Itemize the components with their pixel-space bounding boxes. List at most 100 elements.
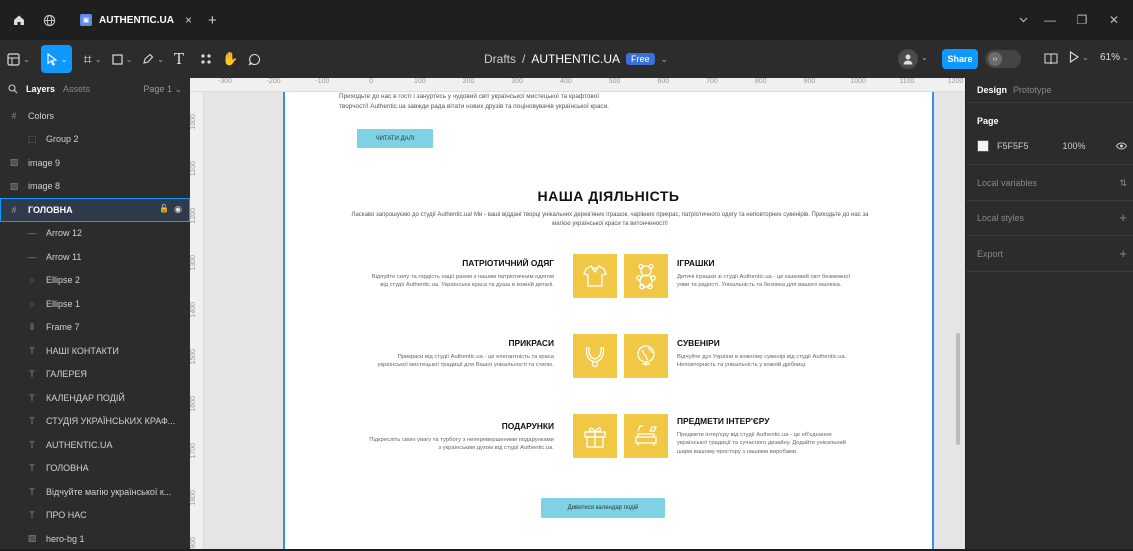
layer-item[interactable]: # ГОЛОВНА 🔓 ◉ (0, 198, 190, 222)
read-more-button[interactable]: ЧИТАТИ ДАЛІ (357, 129, 433, 148)
activity-description: Предмети інтер'єру від студії Authentic.… (677, 432, 847, 455)
layer-item[interactable]: T СТУДІЯ УКРАЇНСЬКИХ КРАФ... (0, 410, 190, 434)
divider (966, 102, 1133, 103)
add-export-icon[interactable]: + (1119, 247, 1127, 260)
rectangle-icon (111, 53, 123, 65)
eye-icon[interactable] (1116, 142, 1127, 150)
code-brackets-icon: ‹› (988, 52, 1002, 66)
layer-item[interactable]: — Arrow 11 (0, 245, 190, 269)
globe-icon[interactable] (38, 9, 60, 31)
hash-frame-icon: ⌗ (83, 50, 92, 68)
activity-title: СУВЕНІРИ (677, 338, 720, 348)
file-tab[interactable]: ▣ AUTHENTIC.UA × (70, 7, 202, 33)
main-menu-button[interactable]: ⌄ (2, 45, 35, 73)
layer-item[interactable]: ⬚ Group 2 (0, 128, 190, 152)
layer-label: СТУДІЯ УКРАЇНСЬКИХ КРАФ... (46, 416, 176, 427)
zoom-menu[interactable]: 61% ⌄ (1100, 52, 1129, 63)
tab-design[interactable]: Design (977, 85, 1007, 95)
layer-item[interactable]: T НАШІ КОНТАКТИ (0, 339, 190, 363)
layer-item[interactable]: ○ Ellipse 2 (0, 269, 190, 293)
text-tool-button[interactable]: T (169, 45, 189, 73)
pen-tool-button[interactable]: ⌄ (137, 45, 169, 73)
page-color-value[interactable]: F5F5F5 (997, 141, 1029, 151)
comment-tool-button[interactable] (243, 45, 266, 73)
necklace-icon (573, 334, 617, 378)
ruler-tick-label: 800 (754, 78, 767, 85)
tab-layers[interactable]: Layers (26, 84, 55, 94)
activity-description: Підкресліть свою увагу та турботу з непе… (369, 437, 554, 452)
layer-label: Frame 7 (46, 322, 80, 333)
file-menu-chevron-icon[interactable]: ⌄ (661, 54, 669, 65)
local-variables-row[interactable]: Local variables ⇅ (977, 178, 1127, 189)
layer-item[interactable]: ▨ image 9 (0, 151, 190, 175)
text-icon: T (29, 392, 35, 403)
new-tab-button[interactable]: + (208, 12, 217, 29)
ruler-tick-label: 0 (369, 78, 374, 85)
layer-item[interactable]: ⫴ Frame 7 (0, 316, 190, 340)
ruler-tick-label: 400 (560, 78, 572, 85)
present-button[interactable]: ⌄ (1069, 51, 1089, 63)
line-icon: — (27, 228, 37, 239)
zoom-level: 61% (1100, 52, 1121, 63)
export-row[interactable]: Export + (977, 247, 1127, 260)
zoom-chevron-icon: ⌄ (1122, 53, 1129, 62)
layer-item[interactable]: T AUTHENTIC.UA (0, 433, 190, 457)
ruler-tick-label: 1400 (190, 302, 197, 318)
columns-icon: ⫴ (30, 321, 34, 332)
home-icon[interactable] (8, 9, 30, 31)
frame-tool-button[interactable]: ⌗ ⌄ (78, 45, 106, 73)
library-book-icon[interactable] (1044, 52, 1058, 65)
unlock-icon[interactable]: 🔓 (159, 204, 169, 215)
layer-item[interactable]: ○ Ellipse 1 (0, 292, 190, 316)
share-button[interactable]: Share (942, 49, 978, 69)
file-name[interactable]: AUTHENTIC.UA (531, 52, 620, 66)
layer-item[interactable]: T Відчуйте магію української к... (0, 480, 190, 504)
tab-prototype[interactable]: Prototype (1013, 85, 1052, 95)
divider (966, 235, 1133, 236)
layer-item[interactable]: # Colors (0, 104, 190, 128)
file-logo-icon: ▣ (80, 14, 92, 26)
page-selector[interactable]: Page 1 ⌄ (143, 84, 182, 95)
file-breadcrumb[interactable]: Drafts / AUTHENTIC.UA Free ⌄ (484, 40, 668, 78)
variables-icon[interactable]: ⇅ (1119, 178, 1127, 189)
layer-item[interactable]: T ГОЛОВНА (0, 457, 190, 481)
gift-icon (573, 414, 617, 458)
tab-close-icon[interactable]: × (185, 13, 192, 27)
local-styles-row[interactable]: Local styles + (977, 211, 1127, 224)
layer-item[interactable]: ▨ image 8 (0, 175, 190, 199)
tab-assets[interactable]: Assets (63, 84, 90, 94)
events-calendar-button[interactable]: Дивитися календар подій (541, 498, 665, 518)
avatar[interactable] (898, 49, 918, 69)
section-subtitle: Ласкаво запрошуємо до студії Authentic.u… (351, 212, 869, 227)
canvas-scrollbar[interactable] (956, 333, 960, 445)
add-style-icon[interactable]: + (1119, 211, 1127, 224)
layer-item[interactable]: T КАЛЕНДАР ПОДІЙ (0, 386, 190, 410)
resources-button[interactable] (195, 45, 217, 73)
layer-item[interactable]: — Arrow 12 (0, 222, 190, 246)
dev-mode-toggle[interactable]: ‹› (985, 50, 1021, 68)
plan-badge[interactable]: Free (626, 53, 655, 65)
hand-tool-button[interactable]: ✋ (217, 45, 243, 73)
activity-card-gifts: ПОДАРУНКИ Підкресліть свою увагу та турб… (369, 421, 554, 453)
page-background-row[interactable]: F5F5F5 100% (977, 140, 1127, 152)
ruler-tick-label: 1100 (190, 161, 197, 177)
shape-tool-button[interactable]: ⌄ (107, 45, 138, 73)
move-tool-button[interactable]: ⌄ (40, 45, 73, 73)
layer-item[interactable]: ▨ hero-bg 1 (0, 527, 190, 551)
horizontal-ruler: -300 -200 -100 0 100 200 300 400 500 600 700 800 900… (190, 78, 965, 92)
design-frame-golovna[interactable]: Приходьте до нас в гості і зануртесь у ч… (283, 92, 934, 549)
page-opacity-value[interactable]: 100% (1063, 141, 1086, 151)
color-swatch[interactable] (977, 140, 989, 152)
layer-item[interactable]: T ПРО НАС (0, 504, 190, 528)
layer-item[interactable]: T ГАЛЕРЕЯ (0, 363, 190, 387)
ruler-tick-label: 600 (657, 78, 670, 85)
ruler-tick-label: 1800 (190, 490, 197, 506)
layer-label: Відчуйте магію української к... (46, 486, 172, 497)
eye-icon[interactable]: ◉ (174, 204, 182, 215)
avatar-chevron-icon[interactable]: ⌄ (921, 53, 928, 62)
close-window-button[interactable]: ✕ (1094, 0, 1133, 40)
layer-list: # Colors ⬚ Group 2 ▨ image 9 ▨ image 8 # ГОЛОВНА 🔓… (0, 104, 190, 551)
drafts-link[interactable]: Drafts (484, 52, 516, 66)
search-icon[interactable] (8, 84, 18, 94)
ellipse-icon: ○ (29, 298, 35, 309)
